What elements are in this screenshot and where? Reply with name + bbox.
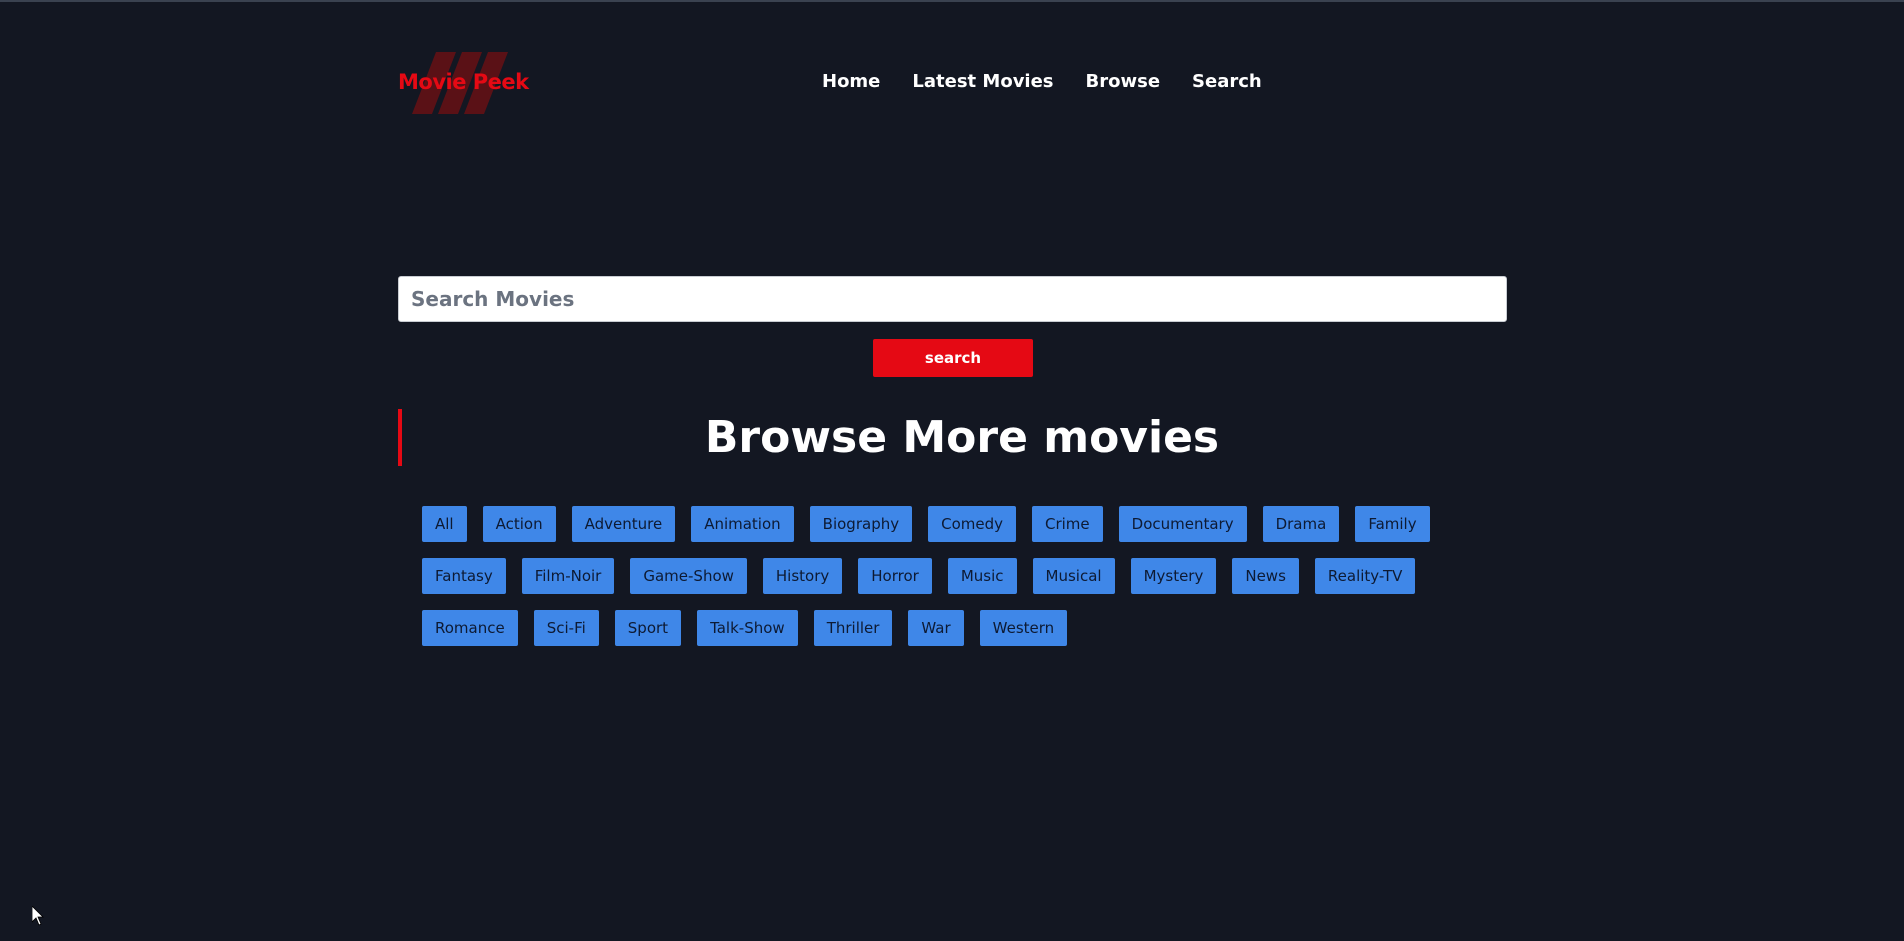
- genre-button-war[interactable]: War: [908, 610, 964, 646]
- genre-button-western[interactable]: Western: [979, 610, 1068, 646]
- site-logo[interactable]: Movie Peek: [398, 52, 533, 114]
- genre-button-history[interactable]: History: [762, 558, 843, 594]
- genre-button-crime[interactable]: Crime: [1031, 506, 1103, 542]
- search-button[interactable]: search: [873, 339, 1033, 377]
- genre-button-news[interactable]: News: [1232, 558, 1299, 594]
- genre-button-musical[interactable]: Musical: [1032, 558, 1115, 594]
- genre-button-all[interactable]: All: [422, 506, 467, 542]
- genre-button-game-show[interactable]: Game-Show: [630, 558, 747, 594]
- main-nav: Home Latest Movies Browse Search: [822, 71, 1262, 92]
- genre-button-fantasy[interactable]: Fantasy: [422, 558, 506, 594]
- genre-button-family[interactable]: Family: [1355, 506, 1430, 542]
- genre-row: Fantasy Film-Noir Game-Show History Horror Mu…: [422, 558, 1522, 594]
- mouse-cursor-icon: [32, 906, 44, 926]
- genre-button-adventure[interactable]: Adventure: [571, 506, 676, 542]
- nav-search[interactable]: Search: [1192, 71, 1262, 92]
- nav-latest-movies[interactable]: Latest Movies: [912, 71, 1053, 92]
- genre-button-animation[interactable]: Animation: [691, 506, 794, 542]
- genre-button-drama[interactable]: Drama: [1262, 506, 1340, 542]
- logo-text: Movie Peek: [398, 70, 529, 94]
- genre-button-romance[interactable]: Romance: [422, 610, 518, 646]
- genre-list: All Action Adventure Animation Biography Come…: [422, 506, 1522, 662]
- browse-heading: Browse More movies: [704, 412, 1220, 463]
- genre-row: All Action Adventure Animation Biography Come…: [422, 506, 1522, 542]
- genre-button-talk-show[interactable]: Talk-Show: [697, 610, 798, 646]
- nav-browse[interactable]: Browse: [1086, 71, 1161, 92]
- window-top-border: [0, 0, 1904, 2]
- genre-row: Romance Sci-Fi Sport Talk-Show Thriller War We…: [422, 610, 1522, 646]
- genre-button-comedy[interactable]: Comedy: [928, 506, 1016, 542]
- genre-button-sport[interactable]: Sport: [614, 610, 682, 646]
- search-input[interactable]: [398, 276, 1507, 322]
- genre-button-music[interactable]: Music: [947, 558, 1017, 594]
- genre-button-film-noir[interactable]: Film-Noir: [521, 558, 615, 594]
- genre-button-reality-tv[interactable]: Reality-TV: [1314, 558, 1416, 594]
- genre-button-horror[interactable]: Horror: [858, 558, 932, 594]
- genre-button-sci-fi[interactable]: Sci-Fi: [533, 610, 599, 646]
- genre-button-thriller[interactable]: Thriller: [813, 610, 893, 646]
- genre-button-documentary[interactable]: Documentary: [1118, 506, 1247, 542]
- genre-button-action[interactable]: Action: [482, 506, 556, 542]
- genre-button-biography[interactable]: Biography: [809, 506, 913, 542]
- genre-button-mystery[interactable]: Mystery: [1130, 558, 1217, 594]
- nav-home[interactable]: Home: [822, 71, 880, 92]
